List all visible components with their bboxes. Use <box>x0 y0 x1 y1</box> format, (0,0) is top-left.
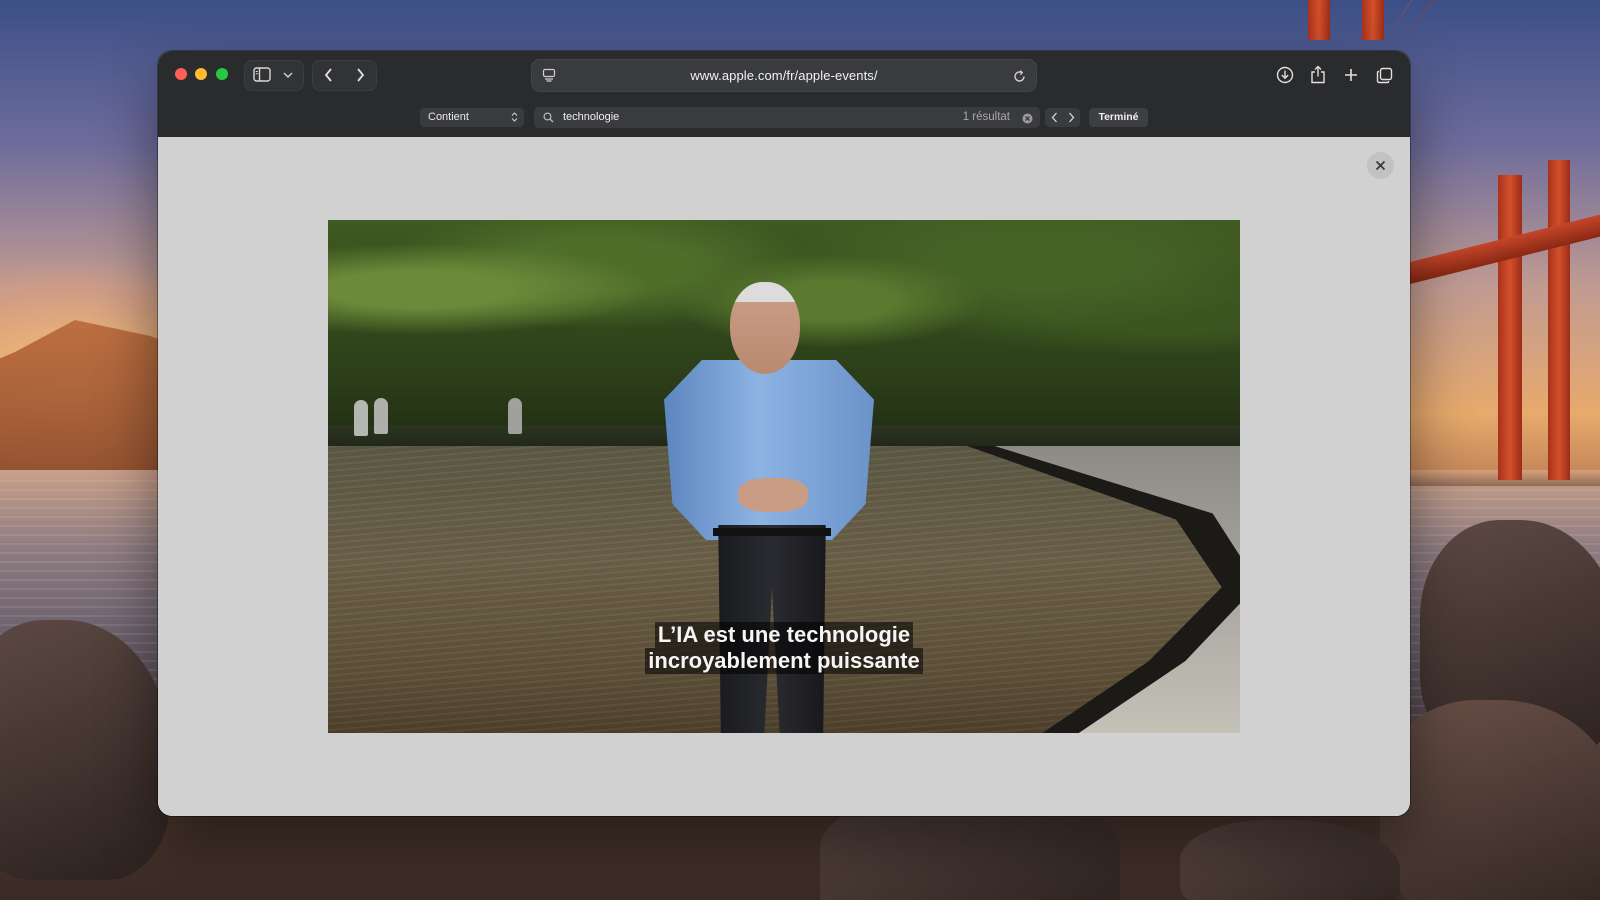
video-player[interactable]: L’IA est une technologie incroyablement … <box>328 220 1240 733</box>
find-match-mode-select[interactable]: Contient <box>420 108 524 127</box>
find-match-mode-label: Contient <box>428 111 469 123</box>
clear-icon[interactable] <box>1021 112 1033 124</box>
bridge-tower <box>1548 160 1570 480</box>
browser-toolbar: www.apple.com/fr/apple-events/ Contient <box>158 51 1410 138</box>
page-content: L’IA est une technologie incroyablement … <box>158 137 1410 816</box>
find-field[interactable]: technologie 1 résultat <box>534 107 1040 128</box>
download-icon[interactable] <box>1275 65 1295 85</box>
url-text: www.apple.com/fr/apple-events/ <box>690 68 878 83</box>
back-icon[interactable] <box>319 65 337 84</box>
subtitle-line: incroyablement puissante <box>645 648 923 674</box>
find-result-count: 1 résultat <box>962 111 1010 123</box>
video-frame-presenter <box>730 282 800 374</box>
video-frame-bystanders <box>348 398 548 438</box>
video-frame-presenter <box>664 360 874 540</box>
window-minimize-button[interactable] <box>195 68 207 80</box>
select-chevron-icon <box>511 111 518 130</box>
subtitle-line: L’IA est une technologie <box>654 622 914 648</box>
video-frame-presenter <box>738 478 808 512</box>
find-navigation <box>1045 108 1080 127</box>
bridge-tower <box>1362 0 1384 40</box>
wallpaper-rock <box>1180 820 1400 900</box>
next-result-icon[interactable] <box>1065 111 1078 124</box>
window-maximize-button[interactable] <box>216 68 228 80</box>
browser-window: www.apple.com/fr/apple-events/ Contient <box>158 51 1410 816</box>
share-icon[interactable] <box>1308 63 1328 85</box>
find-done-button[interactable]: Terminé <box>1089 108 1148 127</box>
chevron-down-icon[interactable] <box>280 67 296 83</box>
tab-overview-icon[interactable] <box>1373 64 1395 86</box>
close-video-button[interactable] <box>1367 152 1394 179</box>
reload-icon[interactable] <box>1010 67 1028 85</box>
previous-result-icon[interactable] <box>1048 111 1061 124</box>
wallpaper-rock <box>1380 700 1600 900</box>
video-frame-presenter <box>713 528 831 536</box>
window-close-button[interactable] <box>175 68 187 80</box>
video-subtitles: L’IA est une technologie incroyablement … <box>328 622 1240 674</box>
close-icon <box>1374 159 1387 172</box>
sidebar-icon[interactable] <box>251 65 273 84</box>
forward-icon[interactable] <box>351 65 369 84</box>
bridge-tower <box>1308 0 1330 40</box>
search-icon <box>542 111 555 124</box>
bridge-tower <box>1498 175 1522 480</box>
new-tab-icon[interactable] <box>1341 65 1361 85</box>
find-query: technologie <box>563 111 620 123</box>
address-bar[interactable]: www.apple.com/fr/apple-events/ <box>531 59 1037 92</box>
